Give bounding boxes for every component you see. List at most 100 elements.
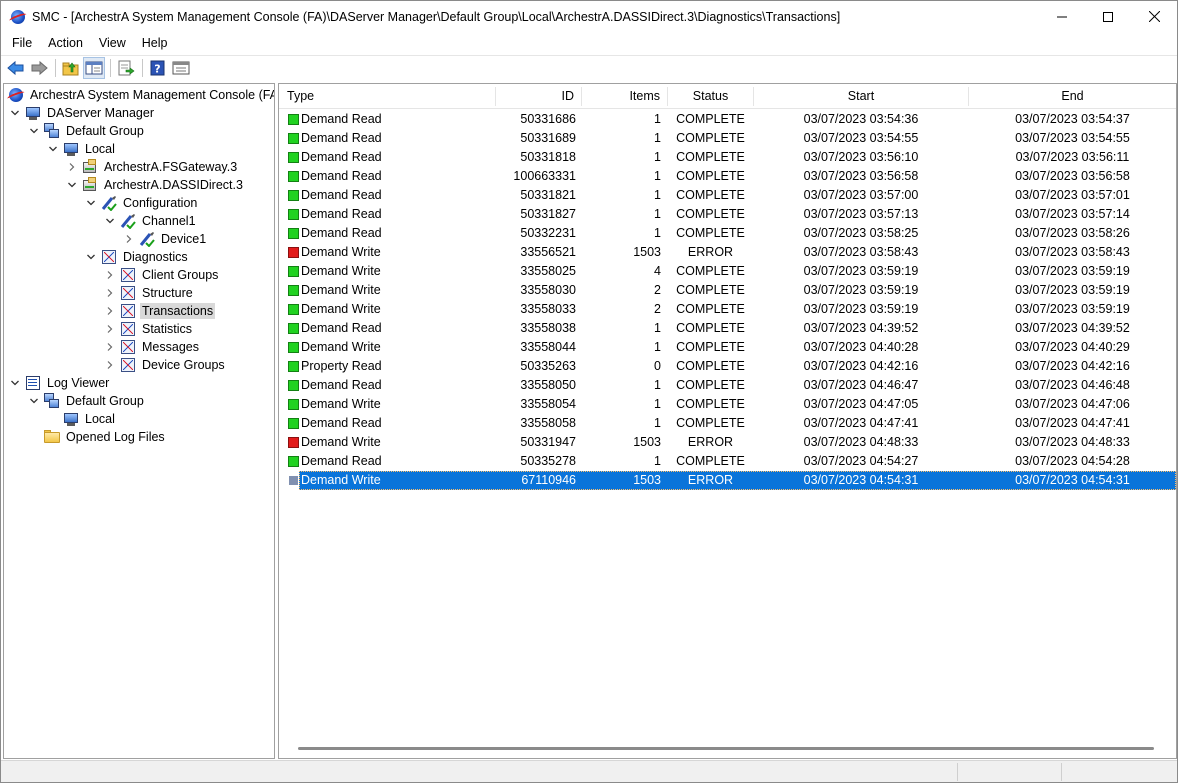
cell-items: 1503 [633, 435, 661, 449]
table-row[interactable]: Demand Read 50331686 1 COMPLETE 03/07/2023 0… [279, 110, 1176, 129]
tree-item-opened-log-files[interactable]: Opened Log Files [27, 428, 167, 446]
table-row[interactable]: Demand Write 33558025 4 COMPLETE 03/07/2023 … [279, 262, 1176, 281]
tree-item-local[interactable]: Local [46, 140, 117, 158]
back-button[interactable] [5, 57, 27, 79]
error-status-icon [288, 475, 299, 486]
column-header-type[interactable]: Type [280, 84, 495, 109]
table-row[interactable]: Demand Read 33558038 1 COMPLETE 03/07/2023 0… [279, 319, 1176, 338]
table-row[interactable]: Demand Read 33558050 1 COMPLETE 03/07/2023 0… [279, 376, 1176, 395]
export-list-button[interactable] [115, 57, 137, 79]
help-button[interactable]: ? [147, 57, 169, 79]
chevron-right-icon[interactable] [103, 304, 117, 318]
chevron-down-icon[interactable] [8, 376, 22, 390]
close-button[interactable] [1131, 1, 1177, 32]
show-hide-tree-button[interactable] [83, 56, 105, 79]
transactions-list[interactable]: Type ID Items Status Start End Demand Re… [278, 83, 1177, 759]
cell-start: 03/07/2023 04:47:05 [803, 397, 919, 411]
column-header-items[interactable]: Items [582, 84, 667, 109]
cell-id: 33558038 [520, 321, 576, 335]
table-row[interactable]: Demand Read 50332231 1 COMPLETE 03/07/2023 0… [279, 224, 1176, 243]
minimize-button[interactable] [1039, 1, 1085, 32]
tree-item-log-viewer[interactable]: Log Viewer [8, 374, 111, 392]
column-header-status[interactable]: Status [668, 84, 753, 109]
chevron-down-icon[interactable] [84, 196, 98, 210]
cell-status: COMPLETE [676, 340, 745, 354]
chevron-down-icon[interactable] [65, 178, 79, 192]
maximize-icon [1103, 11, 1113, 22]
menu-help[interactable]: Help [134, 33, 176, 53]
table-row[interactable]: Demand Read 50331818 1 COMPLETE 03/07/2023 0… [279, 148, 1176, 167]
chevron-right-icon[interactable] [103, 268, 117, 282]
menu-view[interactable]: View [91, 33, 134, 53]
table-row[interactable]: Demand Read 33558058 1 COMPLETE 03/07/2023 0… [279, 414, 1176, 433]
chevron-right-icon[interactable] [103, 358, 117, 372]
tree-item-device1[interactable]: Device1 [122, 230, 208, 248]
cell-end: 03/07/2023 03:57:14 [1015, 207, 1130, 221]
horizontal-scrollbar[interactable] [298, 747, 1154, 750]
column-header-id[interactable]: ID [496, 84, 581, 109]
tree-item-diagnostics[interactable]: Diagnostics [84, 248, 190, 266]
cell-status: ERROR [687, 245, 734, 259]
tree-item-archestra-system-management-console-fa[interactable]: ArchestrA System Management Console (FA) [6, 86, 274, 104]
menu-file[interactable]: File [4, 33, 40, 53]
chevron-down-icon[interactable] [46, 142, 60, 156]
chevron-down-icon[interactable] [8, 106, 22, 120]
chevron-right-icon[interactable] [65, 160, 79, 174]
tree-item-messages[interactable]: Messages [103, 338, 201, 356]
tree-item-device-groups[interactable]: Device Groups [103, 356, 227, 374]
properties-button[interactable] [170, 57, 192, 79]
up-level-button[interactable] [60, 57, 82, 79]
tree-item-default-group[interactable]: Default Group [27, 122, 146, 140]
cell-end: 03/07/2023 03:58:43 [1015, 245, 1130, 259]
table-row[interactable]: Demand Read 50331821 1 COMPLETE 03/07/2023 0… [279, 186, 1176, 205]
chevron-down-icon[interactable] [27, 394, 41, 408]
chevron-right-icon[interactable] [103, 322, 117, 336]
cell-status: COMPLETE [676, 302, 745, 316]
table-row[interactable]: Demand Write 67110946 1503 ERROR 03/07/2023 … [279, 471, 1176, 490]
complete-status-icon [288, 152, 299, 163]
table-row[interactable]: Demand Read 50335278 1 COMPLETE 03/07/2023 0… [279, 452, 1176, 471]
table-row[interactable]: Demand Write 33558044 1 COMPLETE 03/07/2023 … [279, 338, 1176, 357]
tree-item-configuration[interactable]: Configuration [84, 194, 199, 212]
tree-item-default-group[interactable]: Default Group [27, 392, 146, 410]
tree-item-channel1[interactable]: Channel1 [103, 212, 198, 230]
tree-item-daserver-manager[interactable]: DAServer Manager [8, 104, 156, 122]
console-tree[interactable]: ArchestrA System Management Console (FA)… [3, 83, 275, 759]
table-row[interactable]: Property Read 50335263 0 COMPLETE 03/07/2023… [279, 357, 1176, 376]
tree-item-archestra-fsgateway-3[interactable]: ArchestrA.FSGateway.3 [65, 158, 239, 176]
forward-button[interactable] [28, 57, 50, 79]
column-header-start[interactable]: Start [754, 84, 968, 109]
complete-status-icon [288, 342, 299, 353]
table-row[interactable]: Demand Write 50331947 1503 ERROR 03/07/2023 … [279, 433, 1176, 452]
tree-item-transactions[interactable]: Transactions [103, 302, 216, 320]
table-row[interactable]: Demand Write 33558033 2 COMPLETE 03/07/2023 … [279, 300, 1176, 319]
table-row[interactable]: Demand Write 33556521 1503 ERROR 03/07/2023 … [279, 243, 1176, 262]
cell-start: 03/07/2023 03:59:19 [803, 264, 919, 278]
tree-item-client-groups[interactable]: Client Groups [103, 266, 220, 284]
cell-start: 03/07/2023 03:57:00 [803, 188, 919, 202]
forward-icon [31, 60, 48, 75]
tree-item-archestra-dassidirect-3[interactable]: ArchestrA.DASSIDirect.3 [65, 176, 245, 194]
cell-type: Demand Read [301, 131, 382, 145]
table-row[interactable]: Demand Read 50331827 1 COMPLETE 03/07/2023 0… [279, 205, 1176, 224]
table-row[interactable]: Demand Read 50331689 1 COMPLETE 03/07/2023 0… [279, 129, 1176, 148]
table-row[interactable]: Demand Write 33558030 2 COMPLETE 03/07/2023 … [279, 281, 1176, 300]
table-row[interactable]: Demand Read 100663331 1 COMPLETE 03/07/2023 … [279, 167, 1176, 186]
cell-items: 2 [654, 283, 661, 297]
menu-action[interactable]: Action [40, 33, 91, 53]
maximize-button[interactable] [1085, 1, 1131, 32]
tree-item-label: Channel1 [142, 214, 196, 228]
cell-status: COMPLETE [676, 169, 745, 183]
chevron-down-icon[interactable] [84, 250, 98, 264]
cell-items: 1 [654, 150, 661, 164]
tree-item-local[interactable]: Local [46, 410, 117, 428]
tree-item-structure[interactable]: Structure [103, 284, 195, 302]
column-header-end[interactable]: End [969, 84, 1176, 109]
table-row[interactable]: Demand Write 33558054 1 COMPLETE 03/07/2023 … [279, 395, 1176, 414]
tree-item-statistics[interactable]: Statistics [103, 320, 194, 338]
chevron-right-icon[interactable] [103, 286, 117, 300]
chevron-right-icon[interactable] [103, 340, 117, 354]
chevron-down-icon[interactable] [103, 214, 117, 228]
chevron-down-icon[interactable] [27, 124, 41, 138]
chevron-right-icon[interactable] [122, 232, 136, 246]
